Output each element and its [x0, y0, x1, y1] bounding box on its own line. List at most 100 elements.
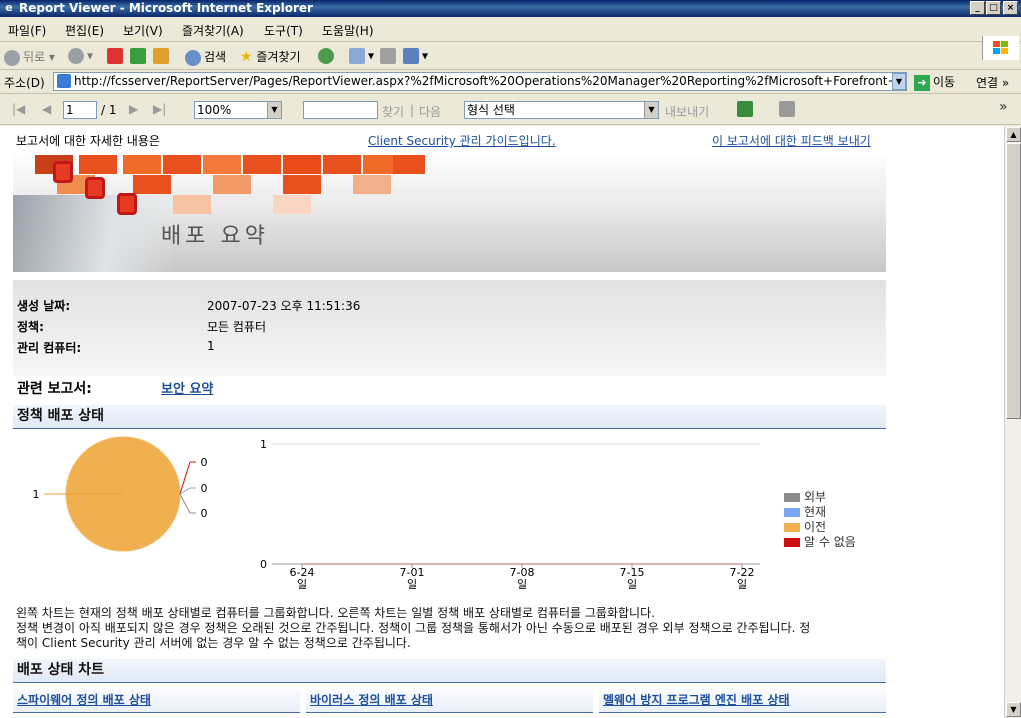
info-label: 생성 날짜: — [17, 299, 71, 313]
pie-data-label: 0 — [201, 482, 208, 495]
pie-leader-line — [179, 493, 191, 514]
mail-button[interactable]: ▾ — [349, 48, 374, 64]
stop-icon — [107, 48, 123, 64]
chevron-down-icon[interactable]: ▼ — [892, 73, 906, 90]
spyware-deployment-header: 스파이웨어 정의 배포 상태 — [13, 689, 300, 713]
menu-favorites[interactable]: 즐겨찾기(A) — [182, 22, 244, 39]
window-title-bar: e Report Viewer - Microsoft Internet Exp… — [0, 0, 1021, 17]
legend-swatch — [784, 493, 800, 502]
back-button[interactable]: 뒤로 ▾ — [4, 48, 55, 66]
scroll-up-icon[interactable]: ▲ — [1006, 127, 1021, 142]
spyware-deployment-link[interactable]: 스파이웨어 정의 배포 상태 — [17, 693, 151, 707]
print-report-icon[interactable] — [779, 101, 795, 117]
find-input[interactable] — [303, 101, 378, 119]
zoom-select[interactable]: 100% ▼ — [194, 101, 282, 119]
virus-deployment-header: 바이러스 정의 배포 상태 — [306, 689, 593, 713]
chevron-down-icon: ▼ — [267, 102, 281, 118]
vertical-scrollbar[interactable]: ▲ ▼ — [1004, 126, 1021, 718]
home-button[interactable] — [153, 48, 172, 64]
pie-chart: 1 0 0 0 — [33, 436, 208, 552]
menu-tools[interactable]: 도구(T) — [264, 22, 303, 39]
section-header: 정책 배포 상태 — [13, 405, 886, 429]
collapse-toolbar-icon[interactable]: » — [999, 99, 1008, 115]
line-chart: 106-24일7-01일7-08일7-15일7-22일 — [260, 438, 760, 591]
scroll-down-icon[interactable]: ▼ — [1006, 702, 1021, 717]
find-next-link[interactable]: 다음 — [419, 103, 441, 120]
window-title: Report Viewer - Microsoft Internet Explo… — [19, 1, 313, 15]
engine-deployment-link[interactable]: 멜웨어 방지 프로그램 엔진 배포 상태 — [603, 693, 790, 707]
links-button[interactable]: 연결 » — [976, 74, 1009, 91]
url-text: http://fcsserver/ReportServer/Pages/Repo… — [74, 74, 907, 88]
printer-icon — [380, 48, 396, 64]
x-tick-sublabel: 일 — [517, 577, 527, 591]
stop-button[interactable] — [107, 48, 126, 64]
next-page-icon[interactable]: ▶ — [129, 102, 138, 116]
home-icon — [153, 48, 169, 64]
find-separator: | — [410, 103, 415, 117]
forward-button[interactable]: ▾ — [68, 48, 93, 64]
chart-description: 왼쪽 차트는 현재의 정책 배포 상태별로 컴퓨터를 그룹화합니다. 오른쪽 차… — [16, 606, 811, 650]
pie-data-label: 0 — [201, 456, 208, 469]
legend-item: 알 수 없음 — [784, 533, 856, 550]
security-summary-link[interactable]: 보안 요약 — [161, 378, 213, 397]
menu-help[interactable]: 도움말(H) — [322, 22, 374, 39]
guide-link[interactable]: Client Security 관리 가이드입니다. — [368, 132, 556, 149]
report-banner: 배포 요약 — [13, 155, 886, 272]
first-page-icon[interactable]: |◀ — [12, 102, 25, 116]
menu-view[interactable]: 보기(V) — [123, 22, 163, 39]
virus-deployment-link[interactable]: 바이러스 정의 배포 상태 — [310, 693, 433, 707]
last-page-icon[interactable]: ▶| — [153, 102, 166, 116]
engine-deployment-header: 멜웨어 방지 프로그램 엔진 배포 상태 — [599, 689, 886, 713]
close-button[interactable]: × — [1003, 1, 1018, 15]
report-title: 배포 요약 — [161, 224, 269, 249]
export-link[interactable]: 내보내기 — [665, 103, 709, 120]
find-link[interactable]: 찾기 — [382, 103, 404, 120]
report-info-box: 생성 날짜: 2007-07-23 오후 11:51:36 정책: 모든 컴퓨터… — [13, 280, 886, 376]
chevron-down-icon: ▼ — [644, 102, 658, 118]
minimize-button[interactable]: _ — [970, 1, 985, 15]
previous-page-icon[interactable]: ◀ — [42, 102, 51, 116]
ie-icon: e — [5, 1, 13, 14]
url-input[interactable]: http://fcsserver/ReportServer/Pages/Repo… — [53, 72, 907, 91]
page-icon — [57, 74, 71, 88]
history-icon — [318, 48, 334, 64]
x-tick-sublabel: 일 — [737, 577, 747, 591]
pie-data-label: 0 — [201, 507, 208, 520]
export-format-select[interactable]: 형식 선택 ▼ — [464, 101, 659, 119]
x-tick-sublabel: 일 — [297, 577, 307, 591]
y-tick-label: 0 — [260, 558, 267, 571]
edit-button[interactable]: ▾ — [403, 48, 428, 64]
refresh-icon — [130, 48, 146, 64]
maximize-button[interactable]: □ — [986, 1, 1001, 15]
info-value: 모든 컴퓨터 — [207, 320, 267, 334]
edit-icon — [403, 48, 419, 64]
search-icon — [185, 49, 201, 66]
scrollbar-thumb[interactable] — [1006, 143, 1021, 419]
page-count: / 1 — [101, 103, 117, 117]
favorites-button[interactable]: ★ 즐겨찾기 — [240, 48, 301, 65]
menu-file[interactable]: 파일(F) — [8, 22, 46, 39]
page-number-input[interactable]: 1 — [63, 101, 97, 119]
refresh-report-icon[interactable] — [737, 101, 753, 117]
feedback-link[interactable]: 이 보고서에 대한 피드백 보내기 — [712, 132, 871, 149]
back-arrow-icon — [4, 49, 20, 66]
report-viewer-toolbar: |◀ ◀ 1 / 1 ▶ ▶| 100% ▼ 찾기 | 다음 형식 선택 ▼ 내보내… — [0, 95, 1021, 125]
search-button[interactable]: 검색 — [185, 48, 226, 66]
menu-bar: 파일(F) 편집(E) 보기(V) 즐겨찾기(A) 도구(T) 도움말(H) — [0, 18, 1021, 60]
banner-machine-image — [13, 195, 173, 272]
standard-toolbar: 뒤로 ▾ ▾ 검색 ★ 즐겨찾기 ▾ ▾ — [0, 43, 1021, 70]
legend-swatch — [784, 523, 800, 532]
padlock-icon — [117, 193, 137, 215]
star-icon: ★ — [240, 49, 253, 65]
go-button[interactable]: ➜ 이동 — [914, 73, 955, 91]
menu-edit[interactable]: 편집(E) — [65, 22, 104, 39]
refresh-button[interactable] — [130, 48, 149, 64]
details-label: 보고서에 대한 자세한 내용은 — [16, 134, 160, 148]
padlock-icon — [85, 177, 105, 199]
info-value: 2007-07-23 오후 11:51:36 — [207, 299, 361, 313]
report-content: 보고서에 대한 자세한 내용은 Client Security 관리 가이드입니… — [0, 126, 1004, 718]
history-button[interactable] — [318, 48, 337, 64]
padlock-icon — [53, 161, 73, 183]
mail-icon — [349, 48, 365, 64]
print-button[interactable] — [380, 48, 399, 64]
